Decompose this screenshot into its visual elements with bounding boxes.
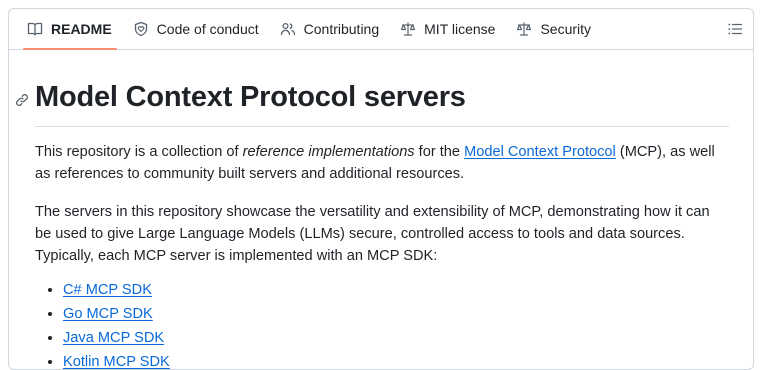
page-title: Model Context Protocol servers xyxy=(35,81,466,113)
list-unordered-icon[interactable] xyxy=(727,21,743,37)
tab-label: Security xyxy=(540,21,592,37)
intro-text: for the xyxy=(414,144,465,160)
link-icon[interactable] xyxy=(14,92,30,108)
tab-label: README xyxy=(51,21,112,37)
intro-text: This repository is a collection of xyxy=(35,144,243,160)
law-scale-icon xyxy=(516,21,532,37)
list-item: Kotlin MCP SDK xyxy=(63,351,729,369)
tab-security[interactable]: Security xyxy=(506,9,602,49)
intro-emphasis: reference implementations xyxy=(242,144,415,160)
tab-readme[interactable]: README xyxy=(17,9,123,50)
law-scale-icon xyxy=(400,21,416,37)
tab-label: Contributing xyxy=(303,21,380,37)
tab-code-of-conduct[interactable]: Code of conduct xyxy=(123,9,270,49)
tab-mit-license[interactable]: MIT license xyxy=(390,9,506,49)
sdk-link-csharp[interactable]: C# MCP SDK xyxy=(63,282,152,298)
sdk-link-kotlin[interactable]: Kotlin MCP SDK xyxy=(63,354,170,369)
repo-tabs: README Code of conduct Contributing MIT … xyxy=(9,9,753,50)
description-paragraph: The servers in this repository showcase … xyxy=(35,204,710,264)
tab-label: Code of conduct xyxy=(156,21,259,37)
readme-panel: README Code of conduct Contributing MIT … xyxy=(8,8,754,370)
intro-paragraph: This repository is a collection of refer… xyxy=(35,141,729,185)
tab-label: MIT license xyxy=(424,21,496,37)
mcp-link[interactable]: Model Context Protocol xyxy=(464,144,616,160)
sdk-link-java[interactable]: Java MCP SDK xyxy=(63,330,164,346)
book-icon xyxy=(27,21,43,37)
readme-content: Model Context Protocol servers This repo… xyxy=(9,50,753,369)
list-item: C# MCP SDK xyxy=(63,279,729,301)
sdk-list: C# MCP SDK Go MCP SDK Java MCP SDK Kotli… xyxy=(35,279,729,369)
sdk-link-go[interactable]: Go MCP SDK xyxy=(63,306,153,322)
tab-contributing[interactable]: Contributing xyxy=(270,9,391,49)
list-item: Java MCP SDK xyxy=(63,327,729,349)
list-item: Go MCP SDK xyxy=(63,303,729,325)
readme-heading: Model Context Protocol servers xyxy=(16,80,729,127)
people-icon xyxy=(280,21,296,37)
heart-shield-icon xyxy=(133,21,149,37)
